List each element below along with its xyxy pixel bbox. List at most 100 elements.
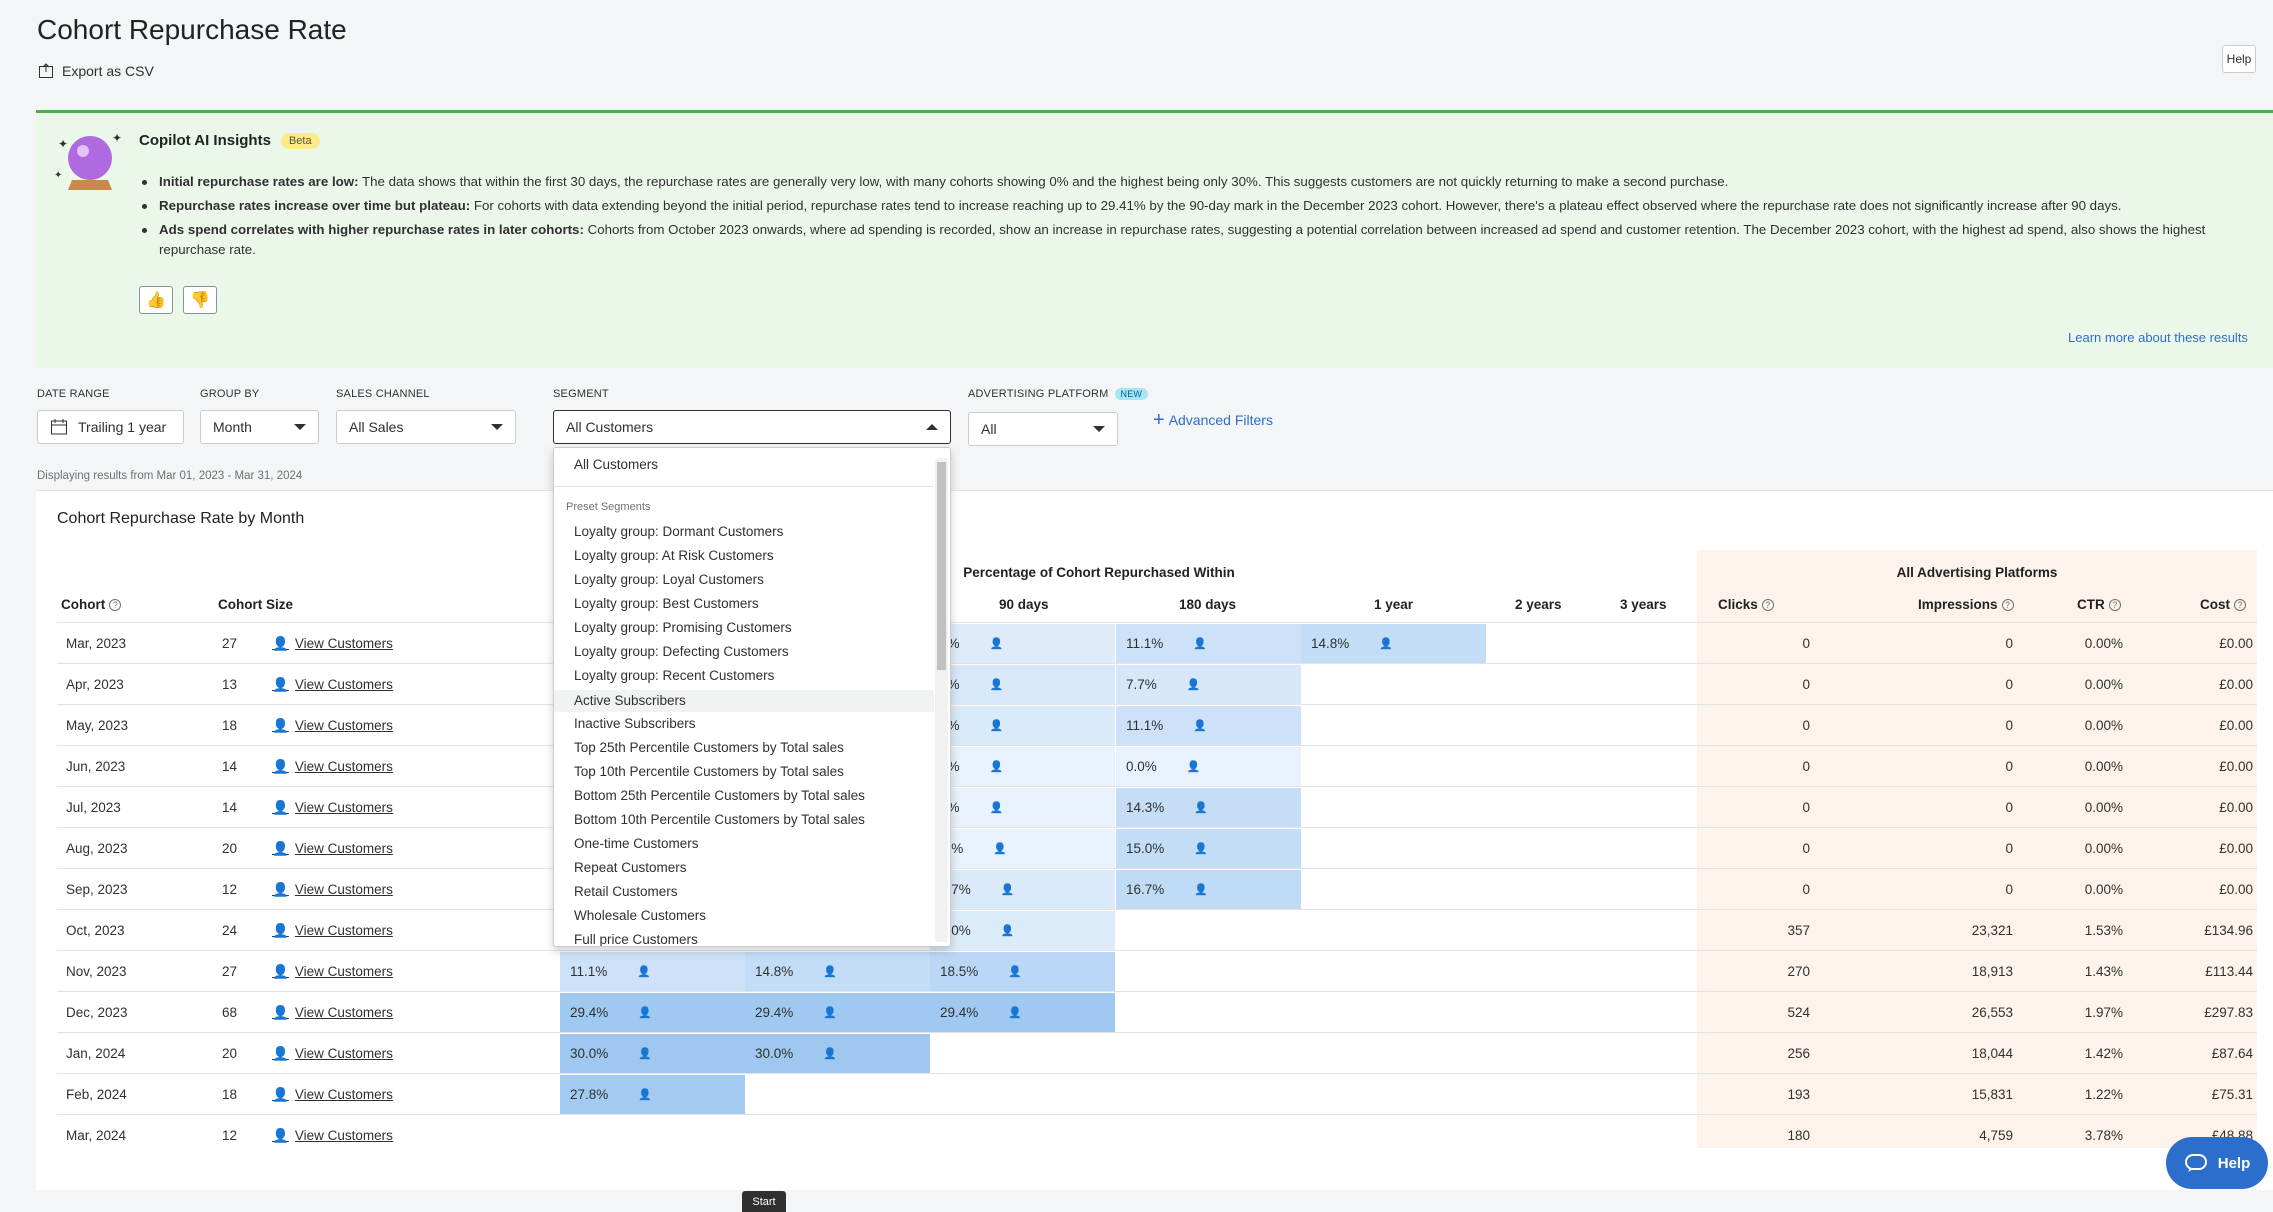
- thumbs-up-button[interactable]: 👍: [139, 286, 173, 314]
- segment-option[interactable]: Loyalty group: At Risk Customers: [574, 548, 774, 563]
- cohort-size-cell: 12: [222, 1128, 238, 1143]
- segment-select[interactable]: All Customers: [553, 410, 951, 444]
- user-icon: 👤: [272, 1045, 289, 1061]
- user-icon[interactable]: 👤: [1187, 760, 1201, 773]
- segment-option[interactable]: Loyalty group: Loyal Customers: [574, 572, 764, 587]
- pct-value: 27.8%: [570, 1087, 609, 1102]
- user-icon[interactable]: 👤: [1193, 719, 1207, 732]
- thumbs-down-button[interactable]: 👎: [183, 286, 217, 314]
- view-customers-link[interactable]: 👤 View Customers: [272, 623, 393, 664]
- header-cost[interactable]: Cost?: [2200, 588, 2246, 621]
- user-icon[interactable]: 👤: [1001, 883, 1015, 896]
- segment-option[interactable]: Loyalty group: Recent Customers: [574, 668, 774, 683]
- view-customers-link[interactable]: 👤 View Customers: [272, 910, 393, 951]
- user-icon[interactable]: 👤: [823, 1047, 837, 1060]
- segment-option-all[interactable]: All Customers: [574, 457, 658, 472]
- dropdown-scroll-thumb[interactable]: [937, 462, 946, 670]
- group-by-select[interactable]: Month: [200, 410, 319, 444]
- user-icon[interactable]: 👤: [1379, 637, 1393, 650]
- date-range-select[interactable]: Trailing 1 year: [37, 410, 184, 444]
- user-icon[interactable]: 👤: [1008, 965, 1022, 978]
- segment-option[interactable]: Repeat Customers: [574, 860, 687, 875]
- view-customers-link[interactable]: 👤 View Customers: [272, 828, 393, 869]
- view-customers-link[interactable]: 👤 View Customers: [272, 1074, 393, 1115]
- cohort-size-cell: 18: [222, 718, 238, 733]
- impressions-cell: 15,831: [1971, 1087, 2013, 1102]
- header-cohort[interactable]: Cohort?: [61, 588, 122, 621]
- view-customers-link[interactable]: 👤 View Customers: [272, 1115, 393, 1156]
- question-icon[interactable]: ?: [1761, 598, 1774, 611]
- insight-text: For cohorts with data extending beyond t…: [470, 198, 2122, 213]
- cohort-cell: Mar, 2024: [66, 1128, 127, 1143]
- cohort-size-cell: 14: [222, 759, 238, 774]
- advanced-filters-button[interactable]: + Advanced Filters: [1153, 410, 1273, 430]
- user-icon[interactable]: 👤: [990, 801, 1004, 814]
- segment-option[interactable]: Loyalty group: Defecting Customers: [574, 644, 789, 659]
- user-icon[interactable]: 👤: [1194, 842, 1208, 855]
- user-icon[interactable]: 👤: [990, 719, 1004, 732]
- user-icon[interactable]: 👤: [990, 637, 1004, 650]
- segment-option[interactable]: Full price Customers: [574, 932, 698, 946]
- view-customers-link[interactable]: 👤 View Customers: [272, 992, 393, 1033]
- segment-option[interactable]: Top 10th Percentile Customers by Total s…: [574, 764, 844, 779]
- user-icon[interactable]: 👤: [823, 965, 837, 978]
- user-icon[interactable]: 👤: [1193, 637, 1207, 650]
- user-icon[interactable]: 👤: [638, 1047, 652, 1060]
- user-icon[interactable]: 👤: [638, 1088, 652, 1101]
- ad-platform-select[interactable]: All: [968, 412, 1118, 446]
- segment-option[interactable]: Loyalty group: Dormant Customers: [574, 524, 783, 539]
- user-icon[interactable]: 👤: [1194, 801, 1208, 814]
- segment-option[interactable]: Inactive Subscribers: [574, 716, 696, 731]
- segment-option[interactable]: Bottom 25th Percentile Customers by Tota…: [574, 788, 865, 803]
- user-icon[interactable]: 👤: [823, 1006, 837, 1019]
- view-customers-link[interactable]: 👤 View Customers: [272, 1033, 393, 1074]
- user-icon[interactable]: 👤: [638, 1006, 652, 1019]
- question-icon[interactable]: ?: [2001, 598, 2014, 611]
- sales-channel-select[interactable]: All Sales: [336, 410, 516, 444]
- impressions-cell: 0: [2005, 800, 2013, 815]
- segment-option[interactable]: Retail Customers: [574, 884, 678, 899]
- question-icon[interactable]: ?: [2108, 598, 2121, 611]
- view-customers-link[interactable]: 👤 View Customers: [272, 869, 393, 910]
- learn-more-link[interactable]: Learn more about these results: [2068, 330, 2248, 345]
- view-customers-link[interactable]: 👤 View Customers: [272, 746, 393, 787]
- user-icon[interactable]: 👤: [637, 965, 651, 978]
- help-button[interactable]: Help: [2222, 45, 2256, 73]
- start-tab[interactable]: Start: [742, 1191, 786, 1212]
- header-ctr[interactable]: CTR?: [2077, 588, 2121, 621]
- header-clicks[interactable]: Clicks?: [1718, 588, 1774, 621]
- segment-option[interactable]: Loyalty group: Best Customers: [574, 596, 759, 611]
- export-csv-button[interactable]: Export as CSV: [38, 63, 154, 79]
- view-customers-link[interactable]: 👤 View Customers: [272, 705, 393, 746]
- segment-option[interactable]: Top 25th Percentile Customers by Total s…: [574, 740, 844, 755]
- segment-option[interactable]: Bottom 10th Percentile Customers by Tota…: [574, 812, 865, 827]
- cohort-size-cell: 18: [222, 1087, 238, 1102]
- user-icon[interactable]: 👤: [993, 842, 1007, 855]
- question-icon[interactable]: ?: [109, 598, 122, 611]
- user-icon[interactable]: 👤: [1194, 883, 1208, 896]
- segment-option[interactable]: One-time Customers: [574, 836, 699, 851]
- table-row: Sep, 2023 12 👤 View Customers 5.7% 👤 16.7% 👤 0 0 0…: [57, 868, 2257, 909]
- user-icon[interactable]: 👤: [1001, 924, 1015, 937]
- user-icon[interactable]: 👤: [1187, 678, 1201, 691]
- view-customers-link[interactable]: 👤 View Customers: [272, 787, 393, 828]
- user-icon[interactable]: 👤: [990, 760, 1004, 773]
- segment-option[interactable]: Wholesale Customers: [574, 908, 706, 923]
- header-impressions[interactable]: Impressions?: [1918, 588, 2014, 621]
- question-icon[interactable]: ?: [2234, 598, 2246, 611]
- clicks-cell: 357: [1787, 923, 1810, 938]
- segment-option[interactable]: Loyalty group: Promising Customers: [574, 620, 792, 635]
- view-customers-link[interactable]: 👤 View Customers: [272, 664, 393, 705]
- user-icon: 👤: [272, 1004, 289, 1020]
- table-row: Oct, 2023 24 👤 View Customers 5.0% 👤 357 23,321…: [57, 909, 2257, 950]
- view-customers-link[interactable]: 👤 View Customers: [272, 951, 393, 992]
- view-customers-text: View Customers: [294, 718, 393, 733]
- segment-option[interactable]: Active Subscribers: [554, 690, 934, 712]
- cohort-size-cell: 14: [222, 800, 238, 815]
- cohort-cell: Oct, 2023: [66, 923, 125, 938]
- user-icon[interactable]: 👤: [1008, 1006, 1022, 1019]
- help-chat-button[interactable]: Help: [2166, 1137, 2268, 1189]
- svg-text:✦: ✦: [54, 170, 62, 181]
- cohort-size-cell: 12: [222, 882, 238, 897]
- user-icon[interactable]: 👤: [990, 678, 1004, 691]
